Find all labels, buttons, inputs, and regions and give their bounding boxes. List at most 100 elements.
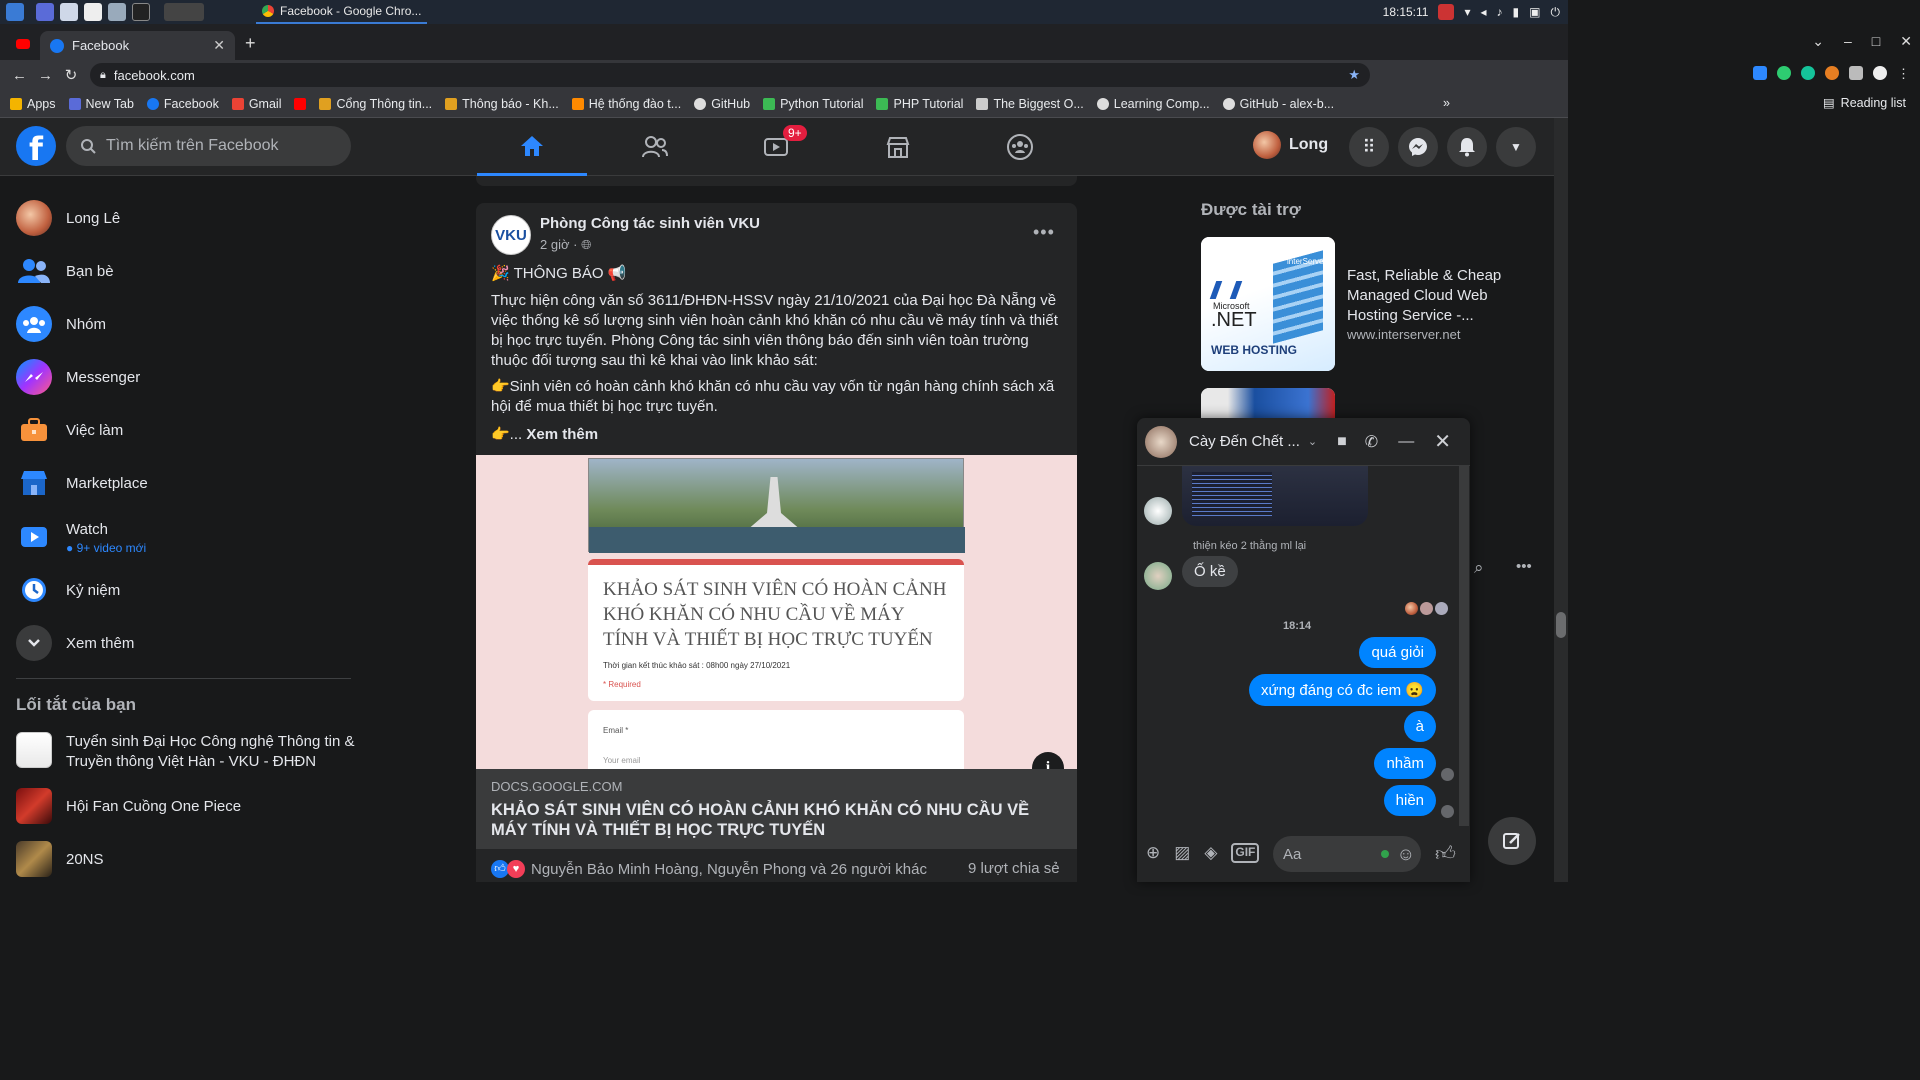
post-author[interactable]: Phòng Công tác sinh viên VKU [540,215,760,232]
chat-header[interactable]: Cày Đến Chết ... ⌄ ■ ✆ — ✕ [1137,418,1470,466]
profile-icon[interactable] [1873,66,1887,80]
tab-watch[interactable] [721,118,831,176]
bookmark-star-icon[interactable]: ★ [1348,67,1360,83]
bookmark-item[interactable] [294,97,307,110]
search-input[interactable]: Tìm kiếm trên Facebook [66,126,351,166]
close-window-icon[interactable]: ✕ [1900,33,1912,50]
tab-search-icon[interactable]: ⌄ [1812,33,1824,50]
sidebar-item-jobs[interactable]: Việc làm [16,410,123,450]
gif-icon[interactable]: GIF [1231,843,1260,863]
bookmark-item[interactable]: Apps [10,97,56,111]
phone-call-icon[interactable]: ✆ [1365,432,1378,452]
power-icon[interactable]: ⏻ [1551,5,1561,20]
see-more-link[interactable]: Xem thêm [526,426,598,443]
files-icon[interactable] [60,3,78,21]
extension-1-icon[interactable] [1753,66,1767,80]
post-link-image[interactable]: KHẢO SÁT SINH VIÊN CÓ HOÀN CẢNH KHÓ KHĂN… [476,455,1077,769]
vivaldi-icon[interactable] [1438,4,1455,20]
lock-icon[interactable]: ▣ [1529,5,1540,19]
ad-image[interactable]: interServer Microsoft .NET WEB HOSTING [1201,237,1335,371]
ad-title[interactable]: Fast, Reliable & Cheap Managed Cloud Web… [1347,266,1537,326]
video-call-icon[interactable]: ■ [1337,433,1347,451]
terminal-icon[interactable] [132,3,150,21]
taskbar-chrome-window[interactable]: Facebook - Google Chro... [256,0,428,24]
grammarly-icon[interactable] [1801,66,1815,80]
ad-url[interactable]: www.interserver.net [1347,327,1460,342]
bell-icon[interactable]: ♪ [1497,5,1503,19]
sticker-icon[interactable]: ◈ [1204,843,1217,863]
facebook-logo-icon[interactable]: f [16,126,56,168]
tab-facebook[interactable]: Facebook ✕ [40,31,235,60]
wifi-icon[interactable]: ▾ [1464,5,1470,19]
reload-icon[interactable]: ↻ [64,66,78,84]
post-author-avatar[interactable]: VKU [491,215,531,255]
volume-icon[interactable]: ◂ [1481,5,1487,19]
chat-image-message[interactable] [1182,466,1368,526]
outgoing-message[interactable]: xứng đáng có đc iem 😦 [1249,674,1436,706]
close-chat-icon[interactable]: ✕ [1434,429,1451,454]
link-title[interactable]: KHẢO SÁT SINH VIÊN CÓ HOÀN CẢNH KHÓ KHĂN… [491,800,1051,840]
incoming-message[interactable]: Ố kề [1182,556,1238,587]
back-icon[interactable]: ← [12,67,27,84]
network-icon[interactable] [108,3,126,21]
contacts-search-icon[interactable]: ⌕ [1474,558,1484,578]
menu-button[interactable]: ⠿ [1349,127,1389,167]
contacts-options-icon[interactable]: ••• [1516,558,1532,575]
chat-message-input[interactable]: Aa ☺ [1273,836,1421,872]
info-icon[interactable]: i [1032,752,1064,769]
shortcut-item[interactable]: Hội Fan Cuồng One Piece [16,786,241,826]
sidebar-item-memories[interactable]: Kỷ niệm [16,570,120,610]
outgoing-message[interactable]: nhầm [1374,748,1436,779]
outgoing-message[interactable]: à [1403,711,1436,742]
reading-list-button[interactable]: ▤ Reading list [1823,95,1906,111]
start-menu-icon[interactable] [6,3,24,21]
bookmark-item[interactable]: GitHub [694,97,750,111]
maximize-icon[interactable]: □ [1872,33,1880,50]
outgoing-message[interactable]: quá giỏi [1359,637,1436,668]
bookmark-item[interactable]: The Biggest O... [976,97,1084,111]
bookmark-item[interactable]: New Tab [68,97,134,111]
outgoing-message[interactable]: hiền [1383,785,1436,816]
emoji-icon[interactable]: ☺ [1397,844,1415,865]
battery-icon[interactable]: ▮ [1513,5,1520,19]
bookmark-item[interactable]: PHP Tutorial [876,97,963,111]
new-tab-button[interactable]: + [245,33,256,54]
tab-groups[interactable] [965,118,1075,176]
profile-chip[interactable]: Long [1253,131,1328,159]
more-bookmarks-icon[interactable]: » [1443,96,1450,110]
bookmark-item[interactable]: GitHub - alex-b... [1222,97,1334,111]
post-options-icon[interactable]: ••• [1033,222,1055,243]
messenger-button[interactable] [1398,127,1438,167]
chat-scrollbar[interactable] [1459,466,1469,826]
bookmark-item[interactable]: Hệ thống đào t... [571,97,681,111]
chevron-down-icon[interactable]: ⌄ [1308,435,1317,448]
shortcut-item[interactable]: 20NS [16,839,104,879]
minimize-icon[interactable]: – [1844,33,1852,50]
page-scrollbar-thumb[interactable] [1556,612,1566,638]
tab-home[interactable] [477,118,587,176]
menu-kebab-icon[interactable]: ⋮ [1897,66,1910,82]
sidebar-item-friends[interactable]: Bạn bè [16,251,114,291]
photo-icon[interactable]: ▨ [1174,843,1190,863]
bookmark-item[interactable]: Cổng Thông tin... [319,97,432,111]
thumbs-up-icon[interactable]: 👍︎ [1435,842,1456,866]
post-timestamp[interactable]: 2 giờ · 🌐︎ [540,237,591,253]
bookmark-item[interactable]: Thông báo - Kh... [445,97,559,111]
document-icon[interactable] [84,3,102,21]
chat-title[interactable]: Cày Đến Chết ... [1189,433,1300,450]
shortcut-item[interactable]: Tuyển sinh Đại Học Công nghệ Thông tin &… [16,732,356,772]
extension-2-icon[interactable] [1777,66,1791,80]
sidebar-item-watch[interactable]: Watch ● 9+ video mới [16,516,146,560]
sidebar-item-messenger[interactable]: Messenger [16,357,140,397]
new-message-button[interactable] [1488,817,1536,865]
bookmark-item[interactable]: Gmail [231,97,281,111]
close-tab-icon[interactable]: ✕ [213,37,225,54]
add-icon[interactable]: ⊕ [1146,843,1160,863]
forward-icon[interactable]: → [38,67,53,84]
sidebar-item-marketplace[interactable]: Marketplace [16,463,148,503]
bookmark-item[interactable]: Learning Comp... [1096,97,1210,111]
bookmark-item[interactable]: Python Tutorial [763,97,863,111]
extension-4-icon[interactable] [1825,66,1839,80]
share-count[interactable]: 9 lượt chia sẻ [968,860,1060,877]
chrome-launcher-icon[interactable] [164,3,204,21]
